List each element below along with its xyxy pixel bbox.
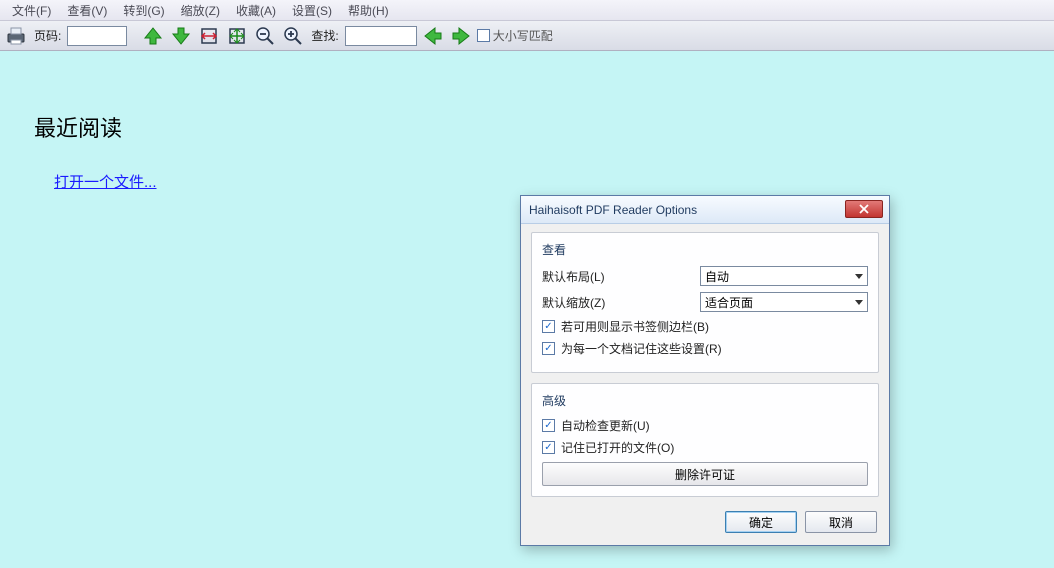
bookmark-checkbox[interactable]: ✓ (542, 320, 555, 333)
bookmark-sidebar-row[interactable]: ✓ 若可用则显示书签侧边栏(B) (542, 318, 868, 335)
print-icon[interactable] (4, 24, 28, 48)
menubar: 文件(F) 查看(V) 转到(G) 缩放(Z) 收藏(A) 设置(S) 帮助(H… (0, 0, 1054, 21)
menu-help[interactable]: 帮助(H) (340, 0, 397, 21)
delete-license-button[interactable]: 删除许可证 (542, 462, 868, 486)
menu-settings[interactable]: 设置(S) (284, 0, 340, 21)
zoom-in-icon[interactable] (281, 24, 305, 48)
remember-each-row[interactable]: ✓ 为每一个文档记住这些设置(R) (542, 340, 868, 357)
default-layout-value: 自动 (705, 268, 729, 285)
bookmark-checkbox-label: 若可用则显示书签侧边栏(B) (561, 318, 709, 335)
advanced-group-title: 高级 (542, 392, 868, 409)
default-layout-label: 默认布局(L) (542, 268, 692, 285)
remember-open-row[interactable]: ✓ 记住已打开的文件(O) (542, 439, 868, 456)
remember-each-checkbox[interactable]: ✓ (542, 342, 555, 355)
dialog-body: 查看 默认布局(L) 自动 默认缩放(Z) 适合页面 ✓ 若可用则显示书签侧边栏… (521, 224, 889, 545)
default-layout-select[interactable]: 自动 (700, 266, 868, 286)
default-zoom-label: 默认缩放(Z) (542, 294, 692, 311)
fit-page-icon[interactable] (225, 24, 249, 48)
view-groupbox: 查看 默认布局(L) 自动 默认缩放(Z) 适合页面 ✓ 若可用则显示书签侧边栏… (531, 232, 879, 373)
case-label: 大小写匹配 (493, 27, 553, 44)
case-checkbox[interactable] (477, 29, 490, 42)
find-next-icon[interactable] (449, 24, 473, 48)
recent-title: 最近阅读 (34, 111, 1020, 143)
autoupdate-checkbox[interactable]: ✓ (542, 419, 555, 432)
toolbar: 页码: 查找: 大小写匹配 (0, 21, 1054, 51)
remember-open-label: 记住已打开的文件(O) (561, 439, 674, 456)
remember-each-label: 为每一个文档记住这些设置(R) (561, 340, 722, 357)
dialog-button-row: 确定 取消 (531, 507, 879, 535)
view-group-title: 查看 (542, 241, 868, 258)
fit-width-icon[interactable] (197, 24, 221, 48)
menu-favorites[interactable]: 收藏(A) (228, 0, 284, 21)
find-prev-icon[interactable] (421, 24, 445, 48)
page-input[interactable] (67, 26, 127, 46)
case-match-row[interactable]: 大小写匹配 (477, 27, 553, 44)
page-down-icon[interactable] (169, 24, 193, 48)
autoupdate-label: 自动检查更新(U) (561, 417, 650, 434)
menu-view[interactable]: 查看(V) (59, 0, 115, 21)
page-label: 页码: (32, 27, 63, 44)
dialog-title-text: Haihaisoft PDF Reader Options (529, 203, 697, 217)
find-input[interactable] (345, 26, 417, 46)
remember-open-checkbox[interactable]: ✓ (542, 441, 555, 454)
menu-goto[interactable]: 转到(G) (115, 0, 172, 21)
page-up-icon[interactable] (141, 24, 165, 48)
default-zoom-select[interactable]: 适合页面 (700, 292, 868, 312)
close-icon[interactable] (845, 200, 883, 218)
zoom-out-icon[interactable] (253, 24, 277, 48)
chevron-down-icon (855, 274, 863, 279)
chevron-down-icon (855, 300, 863, 305)
open-file-link[interactable]: 打开一个文件... (54, 174, 157, 191)
default-zoom-value: 适合页面 (705, 294, 753, 311)
options-dialog: Haihaisoft PDF Reader Options 查看 默认布局(L)… (520, 195, 890, 546)
cancel-button[interactable]: 取消 (805, 511, 877, 533)
advanced-groupbox: 高级 ✓ 自动检查更新(U) ✓ 记住已打开的文件(O) 删除许可证 (531, 383, 879, 497)
menu-file[interactable]: 文件(F) (4, 0, 59, 21)
autoupdate-row[interactable]: ✓ 自动检查更新(U) (542, 417, 868, 434)
ok-button[interactable]: 确定 (725, 511, 797, 533)
find-label: 查找: (309, 27, 340, 44)
dialog-titlebar[interactable]: Haihaisoft PDF Reader Options (521, 196, 889, 224)
menu-zoom[interactable]: 缩放(Z) (173, 0, 228, 21)
